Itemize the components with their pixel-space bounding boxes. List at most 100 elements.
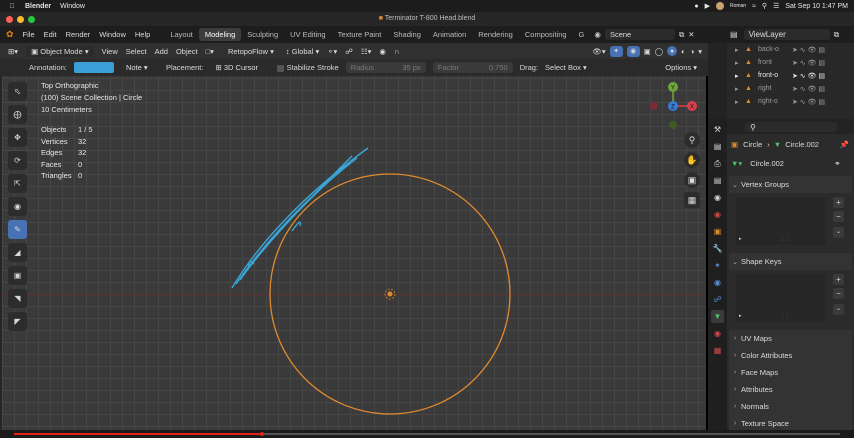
vertex-groups-list[interactable]: ▸ ⋮⋮ bbox=[736, 197, 826, 245]
list-expand-icon[interactable]: ▸ bbox=[739, 313, 742, 319]
pivot-point-icon[interactable]: ⚬▾ bbox=[327, 47, 337, 56]
clock[interactable]: Sat Sep 10 1:47 PM bbox=[785, 3, 848, 10]
radius-field[interactable]: Radius 35 px bbox=[345, 62, 426, 73]
mesh-browse-icon[interactable]: ▼▾ bbox=[731, 159, 742, 168]
gizmo-neg-y-icon[interactable] bbox=[669, 121, 677, 129]
tab-compositing[interactable]: Compositing bbox=[519, 28, 573, 41]
retopoflow-menu[interactable]: RetopoFlow ▾ bbox=[228, 47, 274, 56]
tab-uv-editing[interactable]: UV Editing bbox=[284, 28, 331, 41]
menu-help[interactable]: Help bbox=[135, 30, 150, 39]
list-expand-icon[interactable]: ▸ bbox=[739, 236, 742, 242]
annotation-color-swatch[interactable] bbox=[73, 62, 114, 73]
pin-icon[interactable]: 📌 bbox=[840, 140, 849, 149]
outliner-row[interactable]: ▸ ▲ right-o ➤ ∿ 👁 ▤ bbox=[727, 95, 854, 108]
panel-normals[interactable]: › Normals bbox=[729, 398, 852, 415]
view-layer-tab-icon[interactable]: ▤ bbox=[711, 174, 724, 187]
add-shape-key-button[interactable]: + bbox=[833, 274, 844, 285]
panel-uv-maps[interactable]: › UV Maps bbox=[729, 330, 852, 347]
shape-keys-list[interactable]: ▸ ⋮⋮ bbox=[736, 274, 826, 322]
new-viewlayer-icon[interactable]: ⧉ bbox=[834, 30, 840, 40]
snap-icon[interactable]: ☍ bbox=[345, 47, 353, 56]
stabilize-checkbox[interactable]: Stabilize Stroke bbox=[277, 63, 339, 72]
data-tab-icon[interactable]: ▼ bbox=[711, 310, 724, 323]
tab-layout[interactable]: Layout bbox=[164, 28, 199, 41]
gizmo-neg-x-icon[interactable] bbox=[650, 102, 658, 110]
play-icon[interactable]: ▶ bbox=[705, 2, 710, 10]
row-icons[interactable]: ➤ ∿ 👁 ▤ bbox=[792, 59, 825, 67]
expand-icon[interactable]: ▸ bbox=[735, 72, 745, 80]
placement-selector[interactable]: ⊞ 3D Cursor bbox=[210, 62, 271, 73]
remove-vertex-group-button[interactable]: − bbox=[833, 211, 844, 222]
remove-shape-key-button[interactable]: − bbox=[833, 288, 844, 299]
search-icon[interactable]: ⚲ bbox=[762, 2, 767, 10]
scene-selector[interactable]: Scene bbox=[604, 29, 675, 40]
menu-edit[interactable]: Edit bbox=[44, 30, 57, 39]
measure-icon[interactable]: ◢ bbox=[8, 243, 27, 262]
outliner-row[interactable]: ▸ ▲ front-o ➤ ∿ 👁 ▤ bbox=[727, 69, 854, 82]
panel-shape-keys[interactable]: ⌄ Shape Keys bbox=[729, 253, 852, 270]
pan-hand-icon[interactable]: ✋ bbox=[684, 152, 700, 168]
material-tab-icon[interactable]: ◉ bbox=[711, 327, 724, 340]
tab-modeling[interactable]: Modeling bbox=[198, 28, 242, 41]
blender-logo-icon[interactable]: ✿ bbox=[6, 29, 14, 40]
menu-file[interactable]: File bbox=[23, 30, 35, 39]
shading-wireframe-icon[interactable]: ◯ bbox=[655, 47, 663, 56]
video-progress-bar[interactable] bbox=[0, 430, 854, 438]
tab-shading[interactable]: Shading bbox=[387, 28, 427, 41]
particles-tab-icon[interactable]: ✶ bbox=[711, 259, 724, 272]
world-tab-icon[interactable]: ◉ bbox=[711, 208, 724, 221]
tab-animation[interactable]: Animation bbox=[427, 28, 472, 41]
fake-user-icon[interactable]: ⚭ bbox=[834, 159, 840, 168]
editor-type-icon[interactable]: ⊞▾ bbox=[8, 47, 18, 56]
camera-view-icon[interactable]: ▣ bbox=[684, 172, 700, 188]
list-resize-grip-icon[interactable]: ⋮⋮ bbox=[780, 313, 790, 319]
menu-select[interactable]: Select bbox=[126, 47, 147, 56]
viewlayer-selector[interactable]: ViewLayer bbox=[743, 29, 830, 40]
menu-render[interactable]: Render bbox=[66, 30, 91, 39]
annotation-layer-selector[interactable]: Note ▾ bbox=[120, 62, 159, 73]
factor-field[interactable]: Factor 0.750 bbox=[432, 62, 513, 73]
transform-orientation[interactable]: ↕ Global ▾ bbox=[286, 47, 319, 56]
tab-texture-paint[interactable]: Texture Paint bbox=[332, 28, 388, 41]
panel-color-attributes[interactable]: › Color Attributes bbox=[729, 347, 852, 364]
shape-key-specials-icon[interactable]: ⌄ bbox=[833, 304, 844, 315]
list-resize-grip-icon[interactable]: ⋮⋮ bbox=[780, 236, 790, 242]
tab-sculpting[interactable]: Sculpting bbox=[241, 28, 284, 41]
overlay-toggle-icon[interactable]: ◉ bbox=[626, 45, 640, 57]
wifi-icon[interactable]: ≈ bbox=[752, 3, 756, 10]
menu-view[interactable]: View bbox=[102, 47, 118, 56]
tool-tab-icon[interactable]: ⚒ bbox=[711, 123, 724, 136]
row-icons[interactable]: ➤ ∿ 👁 ▤ bbox=[792, 46, 825, 54]
options-button[interactable]: Options ▾ bbox=[660, 62, 702, 73]
outliner-row[interactable]: ▸ ▲ back-o ➤ ∿ 👁 ▤ bbox=[727, 43, 854, 56]
shading-rendered-icon[interactable]: ◑ bbox=[690, 47, 695, 56]
cursor-icon[interactable]: ⨁ bbox=[8, 105, 27, 124]
panel-face-maps[interactable]: › Face Maps bbox=[729, 364, 852, 381]
outliner-row[interactable]: ▸ ▲ front ➤ ∿ 👁 ▤ bbox=[727, 56, 854, 69]
properties-search-input[interactable]: ⚲ bbox=[745, 121, 837, 132]
snap-target-icon[interactable]: ☷▾ bbox=[361, 47, 372, 56]
visibility-icon[interactable]: 👁▾ bbox=[592, 47, 605, 56]
expand-icon[interactable]: ▸ bbox=[735, 98, 745, 106]
physics-tab-icon[interactable]: ◉ bbox=[711, 276, 724, 289]
viewlayer-icon[interactable]: ▤ bbox=[730, 30, 738, 39]
rotate-icon[interactable]: ⟳ bbox=[8, 151, 27, 170]
menu-window[interactable]: Window bbox=[99, 30, 126, 39]
new-scene-icon[interactable]: ⧉ bbox=[679, 30, 684, 40]
panel-vertex-groups[interactable]: ⌄ Vertex Groups bbox=[729, 176, 852, 193]
output-tab-icon[interactable]: ⎙ bbox=[711, 157, 724, 170]
select-box-icon[interactable]: ⬁ bbox=[8, 82, 27, 101]
outliner-row[interactable]: ▸ ▲ right ➤ ∿ 👁 ▤ bbox=[727, 82, 854, 95]
shading-solid-icon[interactable]: ● bbox=[667, 46, 678, 56]
vertex-group-specials-icon[interactable]: ⌄ bbox=[833, 227, 844, 238]
scene-icon[interactable]: ◉ bbox=[594, 30, 601, 39]
delete-scene-icon[interactable]: ✕ bbox=[688, 30, 694, 39]
3d-viewport[interactable]: Top Orthographic (100) Scene Collection … bbox=[2, 76, 706, 430]
transform-icon[interactable]: ◉ bbox=[8, 197, 27, 216]
add-cube-icon[interactable]: ▣ bbox=[8, 266, 27, 285]
record-icon[interactable]: ● bbox=[694, 3, 698, 10]
expand-icon[interactable]: ▸ bbox=[735, 59, 745, 67]
constraints-tab-icon[interactable]: ☍ bbox=[711, 293, 724, 306]
shear-icon[interactable]: ◥ bbox=[8, 289, 27, 308]
proportional-edit-icon[interactable]: ◉ bbox=[379, 47, 386, 56]
